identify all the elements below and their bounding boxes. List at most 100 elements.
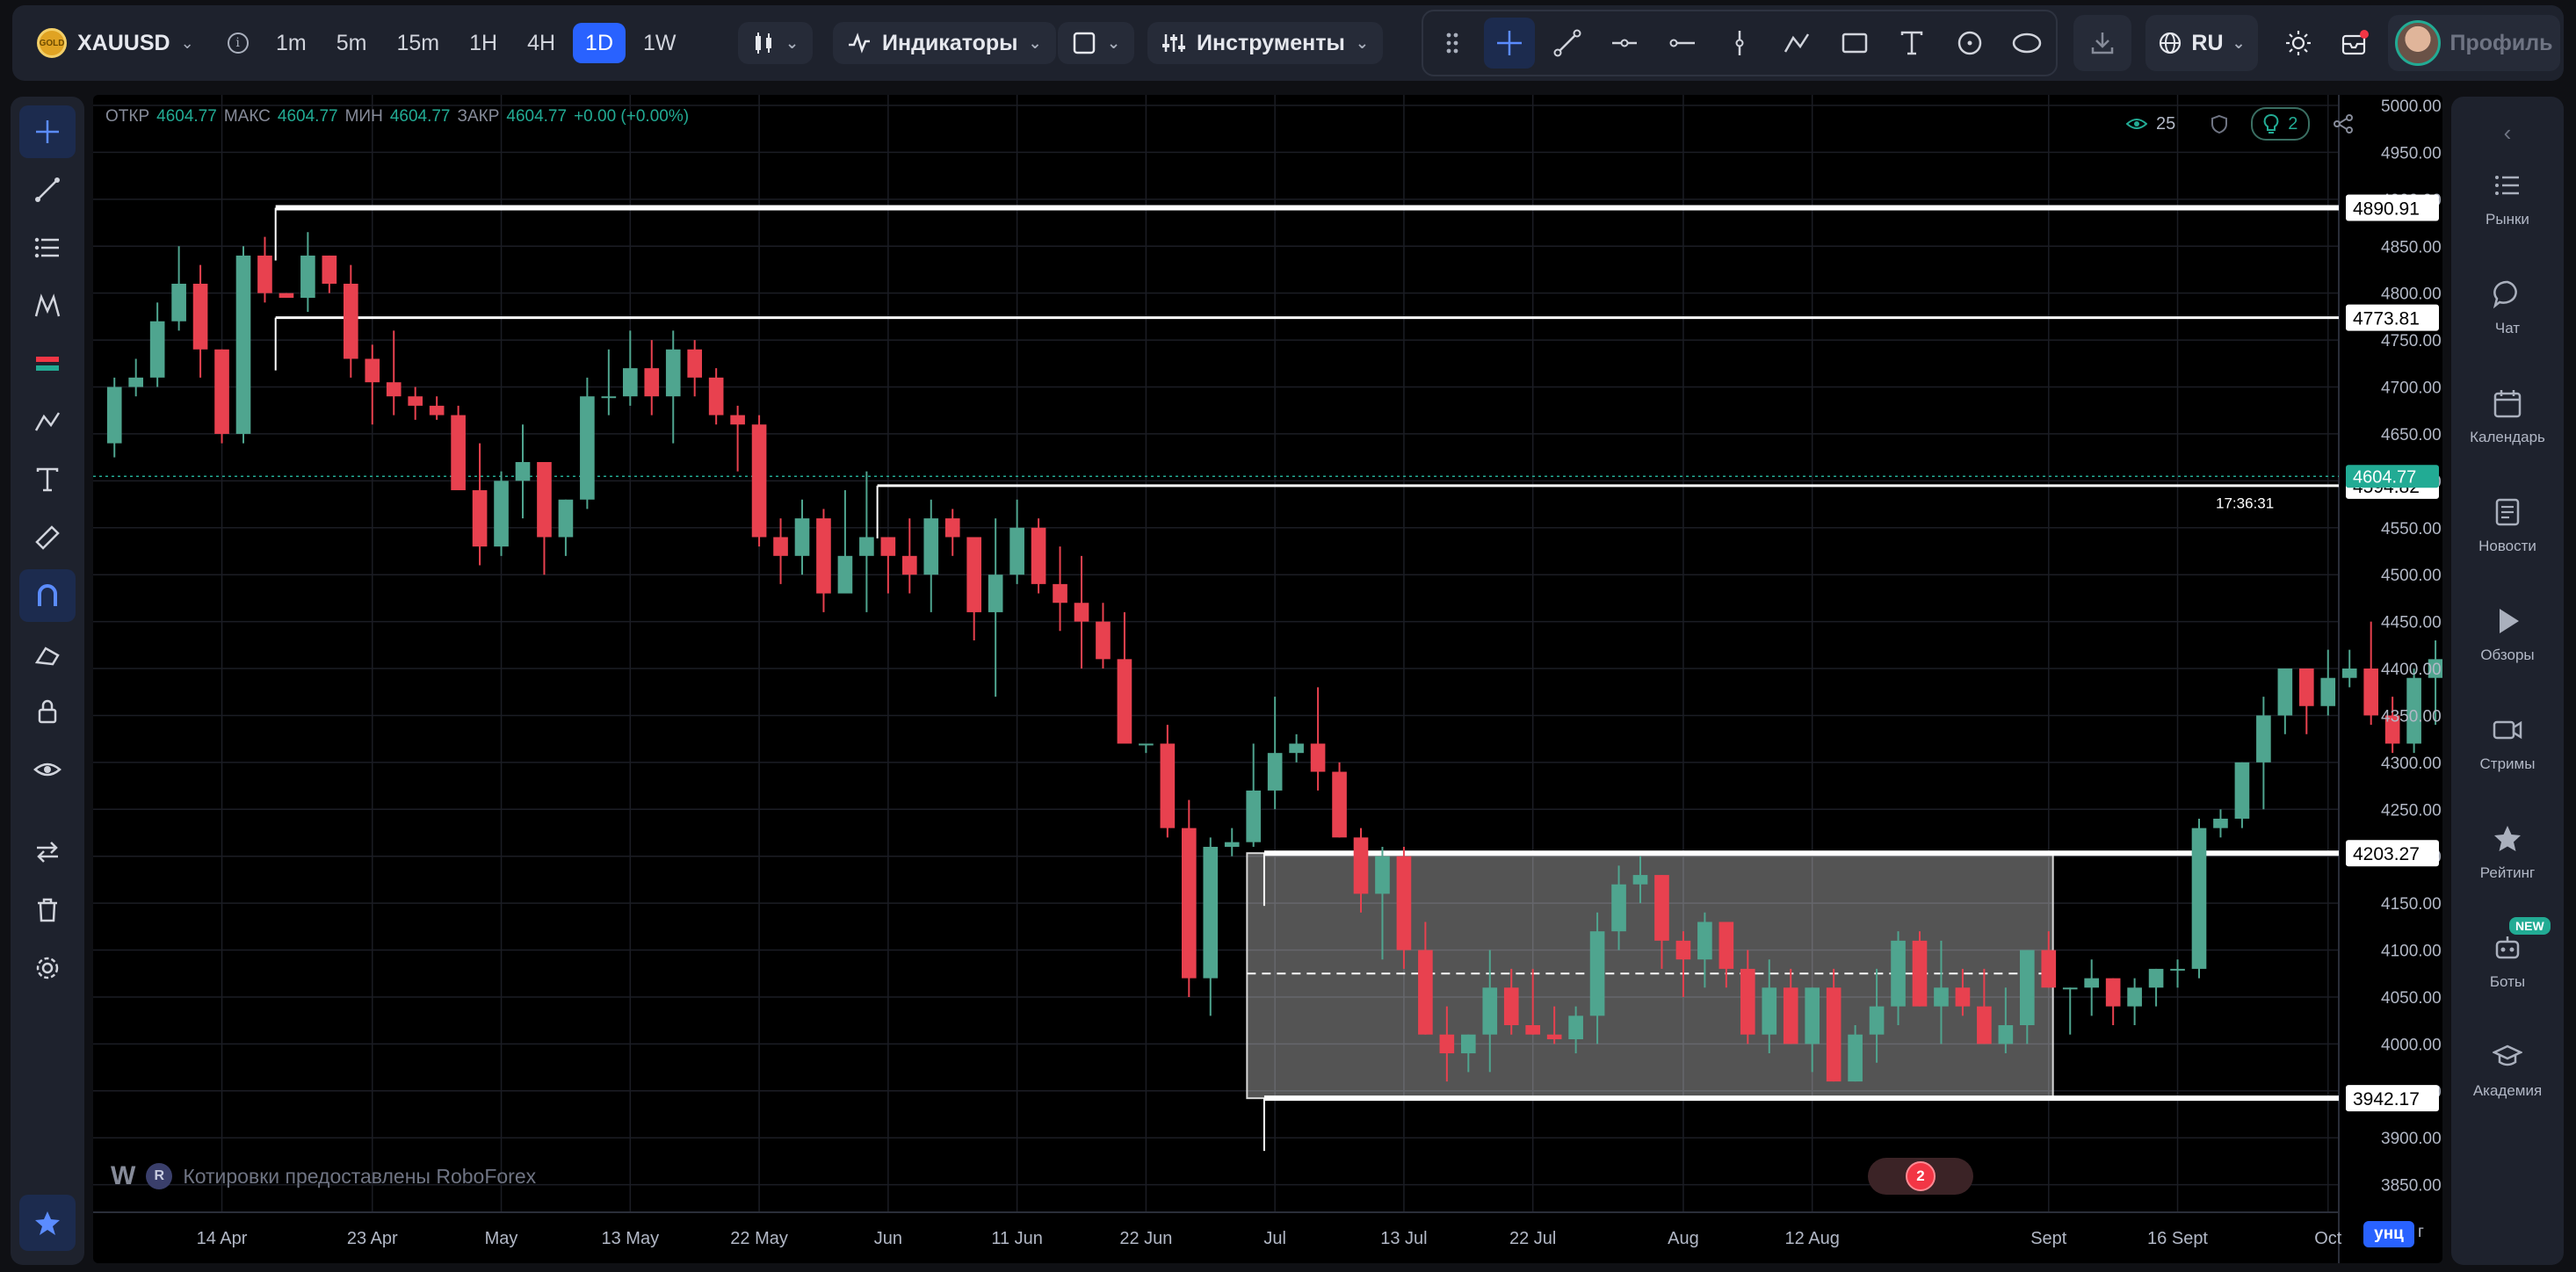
crosshair-tool[interactable]	[1484, 18, 1536, 69]
settings-tool[interactable]	[19, 942, 76, 994]
candle-body	[214, 349, 229, 434]
star-icon	[35, 1211, 60, 1235]
interval-5m[interactable]: 5m	[324, 23, 380, 63]
inbox-icon	[2341, 30, 2369, 55]
layout-button[interactable]: ⌄	[1058, 22, 1135, 64]
sidebar-item-calendar[interactable]: Календарь	[2451, 369, 2564, 466]
candle-body	[2213, 818, 2228, 828]
chart-type-button[interactable]: ⌄	[738, 22, 814, 64]
interval-1m[interactable]: 1m	[264, 23, 319, 63]
download-button[interactable]	[2073, 15, 2131, 71]
share-button[interactable]	[2320, 107, 2366, 141]
sync-tool[interactable]	[19, 826, 76, 878]
sidebar-item-news[interactable]: Новости	[2451, 478, 2564, 575]
price-tick-label: 4400.00	[2381, 661, 2442, 679]
bot-icon	[2495, 936, 2520, 959]
level-price-label: 3942.17	[2353, 1089, 2420, 1109]
profile-button[interactable]: Профиль	[2388, 15, 2560, 71]
pattern-tool[interactable]	[19, 279, 76, 332]
interval-1D[interactable]: 1D	[573, 23, 626, 63]
interval-4H[interactable]: 4H	[515, 23, 568, 63]
tools-button[interactable]: Инструменты ⌄	[1147, 22, 1383, 64]
interval-1H[interactable]: 1H	[457, 23, 510, 63]
candle-body	[1955, 987, 1971, 1007]
horizontal-ray-tool[interactable]	[1599, 18, 1650, 69]
lock-tool[interactable]	[19, 685, 76, 738]
ruler-tool[interactable]	[19, 511, 76, 564]
ideas-button[interactable]: 2	[2251, 107, 2311, 141]
candle-body	[901, 555, 917, 575]
chart-area[interactable]: 5000.004950.004900.004850.004800.004750.…	[93, 95, 2442, 1263]
views-button[interactable]: 25	[2114, 107, 2188, 141]
sidebar-item-bot[interactable]: Боты NEW	[2451, 914, 2564, 1010]
candle-body	[1181, 828, 1197, 979]
list-lines-icon	[34, 237, 59, 258]
interval-15m[interactable]: 15m	[384, 23, 452, 63]
forecast-tool[interactable]	[19, 337, 76, 390]
timezone-button[interactable]: г	[2418, 1223, 2424, 1242]
symbol-selector[interactable]: GOLD XAUUSD ⌄ i	[37, 5, 249, 81]
sidebar-item-star[interactable]: Рейтинг	[2451, 805, 2564, 901]
path-tool[interactable]	[1771, 18, 1822, 69]
interval-1W[interactable]: 1W	[631, 23, 689, 63]
alerts-indicator[interactable]: 2	[1868, 1158, 1973, 1195]
info-icon[interactable]: i	[227, 33, 249, 54]
sidebar-item-label: Новости	[2478, 538, 2536, 554]
horizontal-segment-tool[interactable]	[1657, 18, 1708, 69]
fib-tool[interactable]	[19, 221, 76, 274]
visibility-tool[interactable]	[19, 743, 76, 796]
sidebar-item-list[interactable]: Рынки	[2451, 151, 2564, 248]
price-chart[interactable]: 5000.004950.004900.004850.004800.004750.…	[93, 95, 2442, 1263]
low-label: МИН	[344, 107, 383, 126]
circle-tool[interactable]	[1944, 18, 1995, 69]
delete-tool[interactable]	[19, 884, 76, 936]
sidebar-item-chat[interactable]: Чат	[2451, 260, 2564, 357]
collapse-chevron-icon[interactable]: ‹	[2451, 119, 2564, 147]
language-selector[interactable]: RU ⌄	[2145, 15, 2258, 71]
sidebar-item-label: Боты	[2489, 973, 2526, 990]
eraser-tool[interactable]	[19, 627, 76, 680]
sidebar-item-academy[interactable]: Академия	[2451, 1023, 2564, 1119]
text-tool[interactable]	[19, 453, 76, 506]
indicators-button[interactable]: Индикаторы ⌄	[833, 22, 1056, 64]
ellipse-tool[interactable]	[2001, 18, 2052, 69]
academy-icon	[2493, 1044, 2522, 1066]
candle-body	[1977, 1006, 1992, 1044]
chevron-down-icon: ⌄	[180, 33, 194, 52]
price-tick-label: 4050.00	[2381, 989, 2442, 1008]
ellipse-icon	[2013, 33, 2042, 54]
indicators-label: Индикаторы	[882, 30, 1018, 55]
candle-body	[1998, 1025, 2014, 1044]
ruler-icon	[35, 525, 60, 550]
candle-body	[1031, 527, 1046, 584]
rectangle-tool[interactable]	[1829, 18, 1880, 69]
interval-group: 1m 5m 15m 1H 4H 1D 1W	[264, 5, 689, 81]
cursor-tool[interactable]	[19, 105, 76, 158]
brush-path-tool[interactable]	[19, 395, 76, 448]
candle-body	[235, 255, 251, 434]
price-tick-label: 4650.00	[2381, 426, 2442, 444]
magnet-tool[interactable]	[19, 569, 76, 622]
favorites-tool[interactable]	[19, 1195, 76, 1251]
price-tick-label: 4550.00	[2381, 520, 2442, 538]
sidebar-item-video[interactable]: Стримы	[2451, 696, 2564, 792]
timezone-button-active[interactable]: унц	[2363, 1221, 2414, 1247]
price-tick-label: 5000.00	[2381, 98, 2442, 116]
theme-toggle[interactable]	[2274, 15, 2323, 71]
time-tick-label: 22 May	[730, 1229, 788, 1248]
sidebar-item-play[interactable]: Обзоры	[2451, 587, 2564, 683]
forecast-icon	[36, 357, 59, 371]
candle-body	[1246, 790, 1262, 842]
vertical-line-tool[interactable]	[1714, 18, 1765, 69]
time-tick-label: May	[485, 1229, 518, 1248]
messages-button[interactable]	[2330, 15, 2379, 71]
shield-button[interactable]	[2198, 107, 2240, 141]
text-tool[interactable]	[1886, 18, 1937, 69]
trend-line-tool[interactable]	[1542, 18, 1593, 69]
candle-body	[1224, 842, 1240, 848]
credit-text: Котировки предоставлены RoboForex	[183, 1164, 537, 1188]
download-icon	[2091, 33, 2114, 54]
line-tool[interactable]	[19, 163, 76, 216]
candle-body	[1375, 856, 1390, 894]
drag-handle-icon[interactable]	[1427, 18, 1478, 69]
